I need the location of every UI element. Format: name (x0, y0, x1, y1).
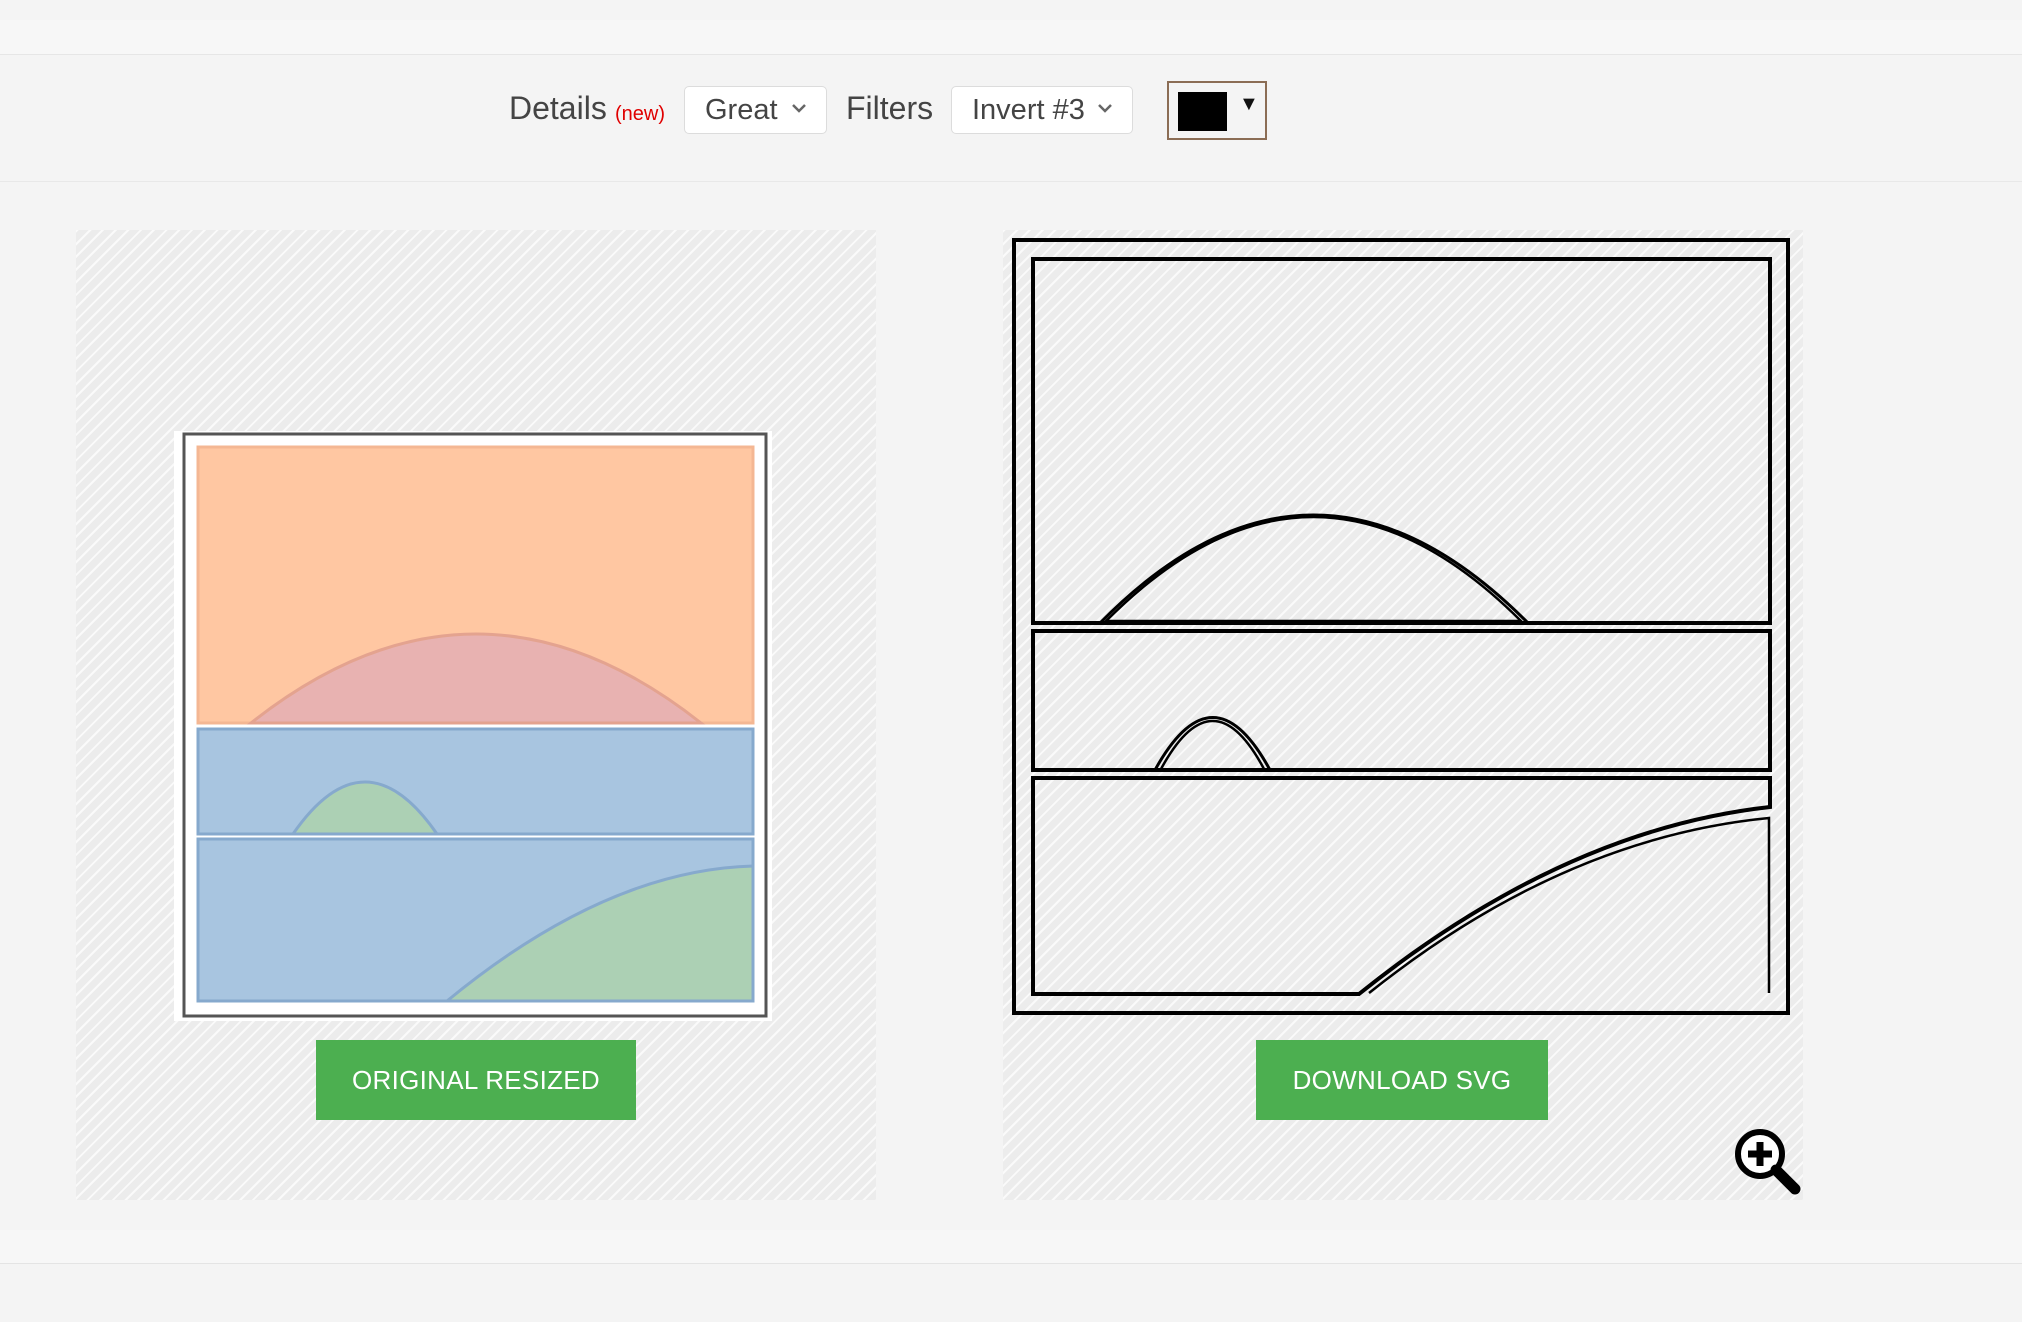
details-select-value: Great (705, 93, 778, 126)
filters-select[interactable]: Invert #3 (951, 86, 1133, 134)
color-picker-button[interactable]: ▼ (1167, 81, 1267, 140)
details-label: Details (509, 90, 607, 126)
filters-select-value: Invert #3 (972, 93, 1085, 126)
original-resized-button[interactable]: ORIGINAL RESIZED (316, 1040, 636, 1120)
chevron-down-icon (792, 104, 806, 113)
zoom-in-icon[interactable] (1733, 1127, 1803, 1197)
filters-label: Filters (846, 90, 934, 126)
download-svg-button[interactable]: DOWNLOAD SVG (1256, 1040, 1548, 1120)
details-select[interactable]: Great (684, 86, 827, 134)
color-swatch (1178, 92, 1227, 131)
bottom-band (0, 1230, 2022, 1264)
new-badge: (new) (615, 103, 666, 125)
chevron-down-icon (1098, 104, 1112, 113)
triangle-down-icon: ▼ (1239, 93, 1259, 115)
top-band (0, 20, 2022, 55)
top-strip (0, 0, 2022, 20)
